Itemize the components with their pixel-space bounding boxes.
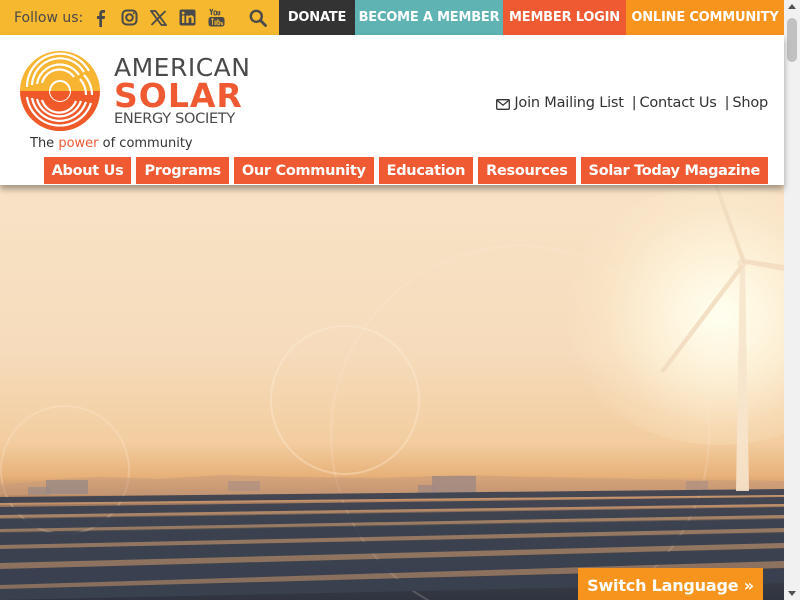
online-community-button[interactable]: ONLINE COMMUNITY [626, 0, 784, 35]
hero-image [0, 185, 784, 600]
tagline-power: power [58, 136, 99, 151]
tagline-pre: The [30, 136, 59, 151]
wind-turbine [660, 185, 784, 491]
x-icon[interactable] [149, 8, 168, 27]
social-links [91, 8, 226, 27]
become-member-button[interactable]: BECOME A MEMBER [355, 0, 503, 35]
mail-icon [496, 98, 511, 110]
contact-us-link[interactable]: Contact Us [639, 95, 716, 111]
nav-our-community[interactable]: Our Community [233, 157, 374, 184]
utility-separator: | [724, 95, 730, 111]
solar-farm-scene [0, 185, 784, 600]
tagline: The power of community [30, 136, 193, 151]
tagline-post: of community [98, 136, 193, 151]
switch-language-button[interactable]: Switch Language » [578, 568, 763, 600]
member-login-button[interactable]: MEMBER LOGIN [503, 0, 626, 35]
follow-us-label: Follow us: [14, 9, 84, 26]
ases-logo-icon[interactable] [18, 49, 102, 133]
nav-resources[interactable]: Resources [478, 157, 576, 184]
utility-separator: | [631, 95, 637, 111]
logo-energy-society: ENERGY SOCIETY [114, 111, 235, 127]
scroll-down-arrow-icon[interactable] [788, 591, 796, 596]
logo-wordmark[interactable]: AMERICAN SOLAR ENERGY SOCIETY [114, 55, 250, 128]
donate-button[interactable]: DONATE [279, 0, 355, 35]
page-scrollbar[interactable] [784, 0, 800, 600]
nav-education[interactable]: Education [378, 157, 474, 184]
scrollbar-thumb[interactable] [787, 18, 797, 62]
linkedin-icon[interactable] [178, 8, 197, 27]
shop-link[interactable]: Shop [732, 95, 768, 111]
youtube-icon[interactable] [207, 8, 226, 27]
nav-about-us[interactable]: About Us [43, 157, 132, 184]
site-header: AMERICAN SOLAR ENERGY SOCIETY The power … [0, 35, 784, 185]
search-icon[interactable] [248, 8, 268, 28]
utility-links: Join Mailing List | Contact Us | Shop [496, 95, 768, 111]
facebook-icon[interactable] [91, 8, 110, 27]
logo-solar: SOLAR [114, 76, 243, 115]
nav-programs[interactable]: Programs [136, 157, 229, 184]
nav-solar-today-magazine[interactable]: Solar Today Magazine [580, 157, 768, 184]
scroll-up-arrow-icon[interactable] [788, 4, 796, 9]
instagram-icon[interactable] [120, 8, 139, 27]
main-nav: About Us Programs Our Community Educatio… [43, 157, 768, 184]
join-mailing-list-link[interactable]: Join Mailing List [514, 95, 624, 111]
